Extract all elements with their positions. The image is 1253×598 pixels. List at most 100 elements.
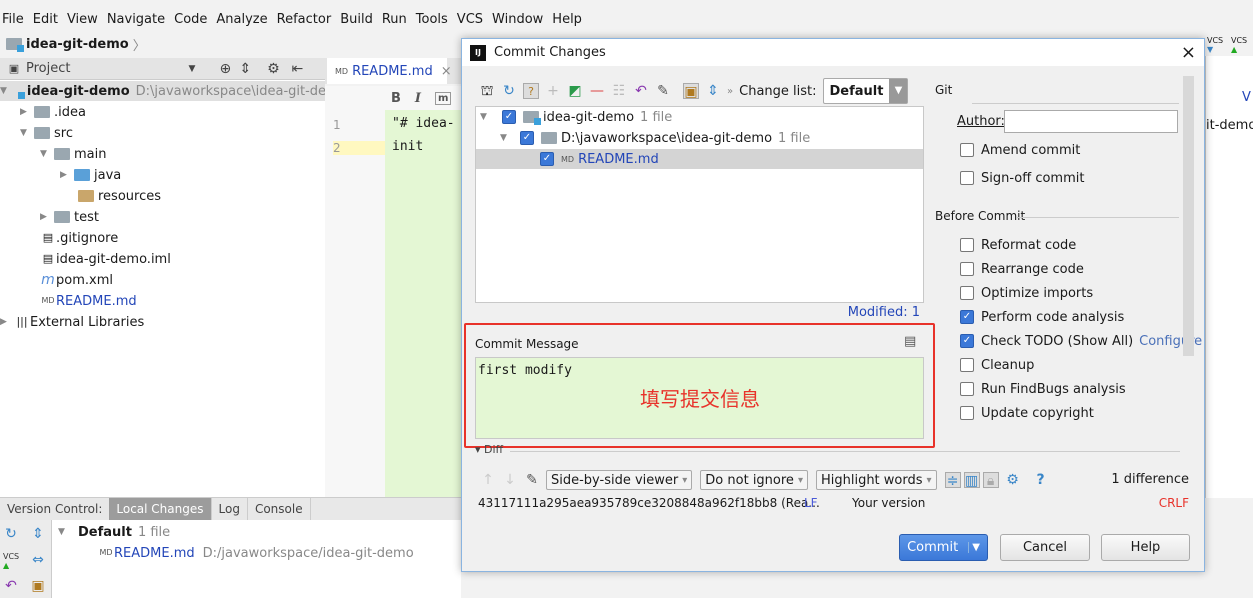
reformat-code-checkbox[interactable]: Reformat code [960,235,1076,255]
menu-analyze[interactable]: Analyze [216,12,267,27]
close-icon[interactable]: × [441,64,452,79]
tree-item-root[interactable]: ▼ idea-git-demo D:\javaworkspace\idea-git-… [0,81,347,101]
tab-log[interactable]: Log [212,497,248,521]
cleanup-checkbox[interactable]: Cleanup [960,355,1034,375]
menu-edit[interactable]: Edit [33,12,58,27]
tree-node-file[interactable]: ✓ MD README.md [476,149,923,169]
rollback-icon[interactable]: ↶ [633,83,649,99]
diff-icon[interactable]: ⛫ [479,83,495,99]
close-icon[interactable]: × [1181,42,1196,63]
rollback-icon[interactable]: ↶ [3,578,19,594]
vcs-commit-icon[interactable]: VCS ▲ [3,552,19,570]
add-icon[interactable]: + [545,83,561,99]
menu-file[interactable]: File [2,12,24,27]
help-button[interactable]: Help [1101,534,1190,561]
tree-item[interactable]: ▤ idea-git-demo.iml [40,249,171,269]
group-icon[interactable]: ▣ [30,578,46,594]
tab-local-changes[interactable]: Local Changes [109,497,212,521]
arrow-down-icon[interactable]: ↓ [502,472,518,488]
refresh-icon[interactable]: ↻ [3,526,19,542]
optimize-imports-checkbox[interactable]: Optimize imports [960,283,1093,303]
menu-code[interactable]: Code [174,12,207,27]
tree-item[interactable]: ▶ ||| External Libraries [0,312,144,332]
breadcrumb-item[interactable]: idea-git-demo [26,37,129,52]
arrow-up-icon[interactable]: ↑ [480,472,496,488]
expand-icon[interactable]: ⇕ [30,526,46,542]
menu-window[interactable]: Window [492,12,543,27]
before-commit-label: Before Commit [935,209,1026,223]
ignore-select[interactable]: Do not ignore [700,470,808,490]
gear-icon[interactable]: ⚙ [1005,472,1021,488]
dialog-title-bar: IJ Commit Changes × [462,39,1204,66]
locate-icon[interactable]: ⊕ [217,61,233,77]
code-button[interactable]: m [435,91,452,105]
perform-code-analysis-checkbox[interactable]: ✓ Perform code analysis [960,307,1124,327]
help-icon[interactable]: ? [1033,472,1049,488]
tree-item[interactable]: ▶ test [40,207,99,227]
tree-node-module[interactable]: ▼ ✓ idea-git-demo 1 file [480,107,672,127]
highlight-select[interactable]: Highlight words [815,470,937,490]
menu-run[interactable]: Run [382,12,407,27]
collapse-unchanged-icon[interactable]: ≑ [944,472,961,489]
project-panel-title[interactable]: Project [26,61,70,76]
show-folders-icon[interactable]: ▣ [683,83,699,100]
tab-console[interactable]: Console [248,497,311,521]
menu-tools[interactable]: Tools [416,12,448,27]
menu-navigate[interactable]: Navigate [107,12,165,27]
tree-item[interactable]: ▤ .gitignore [40,228,118,248]
tree-item[interactable]: ▶ .idea [20,102,86,122]
edit-source-icon[interactable]: ✎ [524,472,540,488]
rearrange-code-checkbox[interactable]: Rearrange code [960,259,1084,279]
sync-scroll-icon[interactable]: ▥ [963,472,980,489]
run-findbugs-checkbox[interactable]: Run FindBugs analysis [960,379,1126,399]
tree-item[interactable]: ▼ main [40,144,106,164]
tree-node-directory[interactable]: ▼ ✓ D:\javaworkspace\idea-git-demo 1 file [500,128,810,148]
unversioned-icon[interactable]: ? [523,83,539,99]
right-line-separator[interactable]: CRLF [1159,496,1189,510]
tree-item[interactable]: MD README.md [40,291,136,311]
vcs-update-icon[interactable]: VCS ▼ [1207,36,1223,54]
expand-all-icon[interactable]: ⇕ [705,83,721,99]
changelist-select[interactable]: Default ▼ [822,78,909,104]
gear-icon[interactable]: ⚙ [265,61,281,77]
vcs-commit-icon[interactable]: VCS ▲ [1231,36,1247,54]
collapse-icon[interactable]: ⇔ [30,552,46,568]
update-copyright-checkbox[interactable]: Update copyright [960,403,1094,423]
left-line-separator[interactable]: LF [804,496,818,510]
menu-vcs[interactable]: VCS [457,12,483,27]
tree-item[interactable]: ▶ java [60,165,121,185]
dropdown-icon[interactable]: ▼ [188,64,195,74]
commit-button[interactable]: Commit ▼ [899,534,988,561]
changelist-default[interactable]: ▼ Default 1 file [58,522,170,542]
italic-button[interactable]: I [415,91,421,106]
author-input[interactable] [1004,110,1178,133]
menu-view[interactable]: View [67,12,98,27]
collapse-icon[interactable]: ⇕ [237,61,253,77]
cancel-button[interactable]: Cancel [1000,534,1090,561]
move-icon[interactable]: ◩ [567,83,583,99]
menu-build[interactable]: Build [340,12,373,27]
remove-icon[interactable]: — [589,83,605,99]
options-scrollbar[interactable] [1183,76,1194,356]
editor-content[interactable]: "# idea-init [385,110,461,497]
check-todo-checkbox[interactable]: ✓ Check TODO (Show All) Configure [960,331,1202,351]
sign-off-commit-checkbox[interactable]: Sign-off commit [960,168,1084,188]
group-icon[interactable]: ☷ [611,83,627,99]
diff-section-toggle[interactable]: ▾ Diff [475,443,503,456]
hide-icon[interactable]: ⇤ [289,61,305,77]
tree-item[interactable]: m pom.xml [40,270,113,290]
refresh-icon[interactable]: ↻ [501,83,517,99]
viewer-select[interactable]: Side-by-side viewer [546,470,693,490]
library-icon: ||| [16,315,28,328]
tree-item[interactable]: resources [78,186,161,206]
edit-source-icon[interactable]: ✎ [655,83,671,99]
editor-tab-readme[interactable]: MD README.md × [327,58,452,84]
tree-item[interactable]: ▼ src [20,123,73,143]
menu-help[interactable]: Help [552,12,582,27]
menu-refactor[interactable]: Refactor [277,12,332,27]
changed-file[interactable]: MD README.md D:/javaworkspace/idea-git-dem… [98,543,413,563]
amend-commit-checkbox[interactable]: Amend commit [960,140,1080,160]
bold-button[interactable]: B [391,91,401,106]
lock-icon[interactable]: 🔒︎ [982,472,999,489]
history-icon[interactable]: ▤ [904,334,916,349]
